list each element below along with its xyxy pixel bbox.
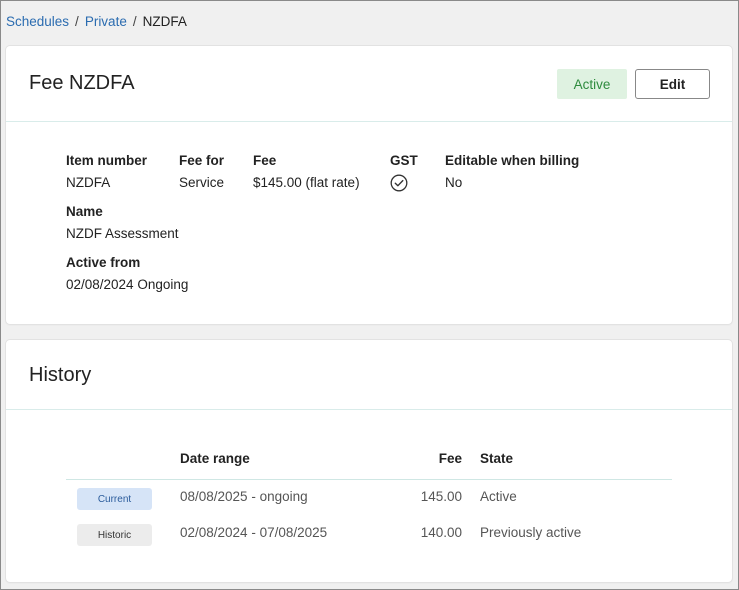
breadcrumb-separator: / [75, 13, 79, 29]
page-title: Fee NZDFA [29, 72, 135, 94]
edit-button[interactable]: Edit [635, 69, 710, 99]
history-title: History [29, 364, 92, 386]
item-number-label: Item number [66, 153, 148, 168]
fee-card-header: Fee NZDFA Active Edit [6, 46, 732, 122]
status-badge: Active [557, 69, 627, 99]
column-header-date-range: Date range [180, 451, 250, 466]
fee-for-value: Service [179, 175, 225, 190]
column-header-state: State [480, 451, 514, 466]
breadcrumb-separator: / [132, 13, 137, 29]
active-from-value: 02/08/2024 Ongoing [66, 277, 189, 292]
editable-when-billing-label: Editable when billing [445, 153, 580, 168]
current-tag: Current [77, 488, 152, 510]
row-state: Active [480, 489, 517, 504]
row-date-range: 08/08/2025 - ongoing [180, 489, 308, 504]
fee-label: Fee [253, 153, 277, 168]
name-value: NZDF Assessment [66, 226, 179, 241]
breadcrumb-link-schedules[interactable]: Schedules [6, 14, 69, 29]
breadcrumb-link-private[interactable]: Private [85, 14, 127, 29]
row-fee: 145.00 [420, 489, 462, 504]
table-header-divider [66, 479, 672, 480]
row-date-range: 02/08/2024 - 07/08/2025 [180, 525, 328, 540]
check-circle-icon [390, 174, 408, 192]
column-header-fee: Fee [438, 451, 462, 466]
breadcrumb: Schedules / Private / NZDFA [6, 12, 187, 30]
row-fee: 140.00 [420, 525, 462, 540]
history-card-header: History [6, 340, 732, 410]
historic-tag: Historic [77, 524, 152, 546]
item-number-value: NZDFA [66, 175, 111, 190]
fee-value: $145.00 (flat rate) [253, 175, 360, 190]
fee-details-card: Fee NZDFA Active Edit Item number NZDFA … [6, 46, 732, 324]
history-card: History Date range Fee State Current 08/… [6, 340, 732, 582]
row-state: Previously active [480, 525, 582, 540]
name-label: Name [66, 204, 103, 219]
breadcrumb-current: NZDFA [142, 13, 187, 29]
gst-label: GST [390, 153, 418, 168]
fee-for-label: Fee for [179, 153, 225, 168]
editable-when-billing-value: No [445, 175, 463, 190]
active-from-label: Active from [66, 255, 141, 270]
